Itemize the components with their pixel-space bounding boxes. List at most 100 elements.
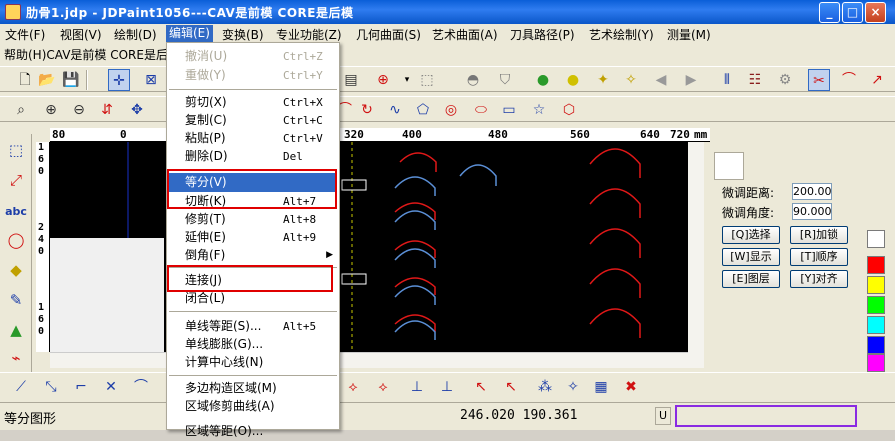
pan-icon[interactable]: ✥ — [126, 99, 148, 121]
curve-icon[interactable]: ↗ — [866, 69, 888, 91]
window-select-icon[interactable]: ⊠ — [140, 69, 162, 91]
line-tool-icon[interactable]: ⟋ — [10, 376, 32, 398]
pick-icon[interactable]: ↖ — [470, 376, 492, 398]
color-swatch[interactable] — [867, 230, 885, 248]
menu-item-single-offset[interactable]: 单线等距(S)... Alt+5 — [169, 317, 337, 336]
corner-icon[interactable]: ⌐ — [70, 376, 92, 398]
maximize-button[interactable]: □ — [842, 2, 863, 23]
menu-item-cut[interactable]: 剪切(X) Ctrl+X — [169, 93, 337, 112]
save-icon[interactable]: 💾 — [60, 69, 82, 91]
circle-icon[interactable]: ◎ — [440, 99, 462, 121]
menu-item-paste[interactable]: 粘贴(P) Ctrl+V — [169, 129, 337, 148]
view-3d-icon[interactable]: ⬚ — [416, 69, 438, 91]
polyline-icon[interactable]: ⬠ — [412, 99, 434, 121]
align-icon[interactable]: ⫴ — [716, 69, 738, 91]
menu-measure[interactable]: 测量(M) — [664, 26, 714, 43]
menu-item-single-expand[interactable]: 单线膨胀(G)... — [169, 335, 337, 354]
open-folder-icon[interactable]: 📂 — [36, 69, 58, 91]
arc-icon[interactable]: ⌒ — [838, 69, 860, 91]
array-icon[interactable]: ⟡ — [342, 376, 364, 398]
horizontal-scrollbar[interactable] — [50, 352, 688, 368]
menu-item-polygon-region[interactable]: 多边构造区域(M) — [169, 379, 337, 398]
cone-icon[interactable]: ▲ — [4, 318, 28, 342]
bezier-icon[interactable]: ◯ — [4, 228, 28, 252]
menu-item-undo[interactable]: 撤消(U) Ctrl+Z — [169, 47, 337, 66]
color-swatch[interactable] — [867, 354, 885, 372]
spline-icon[interactable]: ∿ — [384, 99, 406, 121]
menu-item-region-trim[interactable]: 区域修剪曲线(A) — [169, 397, 337, 416]
menu-item-chamfer[interactable]: 倒角(F) ▶ — [169, 246, 337, 265]
text-tool-icon[interactable]: abc — [4, 200, 28, 224]
fill-icon[interactable]: ◆ — [4, 258, 28, 282]
menu-item-trim[interactable]: 修剪(T) Alt+8 — [169, 210, 337, 229]
properties-icon[interactable]: ▦ — [590, 376, 612, 398]
light-green-icon[interactable]: ● — [532, 69, 554, 91]
zoom-in-icon[interactable]: ⊕ — [40, 99, 62, 121]
color-swatch[interactable] — [867, 256, 885, 274]
shield-icon[interactable]: ⛉ — [494, 69, 516, 91]
trim-icon[interactable]: ✂ — [808, 69, 830, 91]
node-edit-icon[interactable]: ⤢ — [4, 168, 28, 192]
menu-professional[interactable]: 专业功能(Z) — [273, 26, 345, 43]
color-swatch[interactable] — [867, 296, 885, 314]
layer-icon[interactable]: ▤ — [340, 69, 362, 91]
shade-icon[interactable]: ◓ — [462, 69, 484, 91]
zoom-out-icon[interactable]: ⊖ — [68, 99, 90, 121]
order-button[interactable]: [T]顺序 — [790, 248, 848, 266]
color-swatch[interactable] — [867, 316, 885, 334]
select-button[interactable]: [Q]选择 — [722, 226, 780, 244]
layer-button[interactable]: [E]图层 — [722, 270, 780, 288]
menu-item-delete[interactable]: 删除(D) Del — [169, 147, 337, 166]
mirror-icon[interactable]: ⟡ — [372, 376, 394, 398]
new-file-icon[interactable]: 🗋 — [14, 69, 36, 91]
fillet-icon[interactable]: ⌒ — [130, 376, 152, 398]
menu-item-redo[interactable]: 重做(Y) Ctrl+Y — [169, 66, 337, 85]
dropdown-arrow-icon[interactable]: ▾ — [396, 69, 418, 91]
fine-angle-input[interactable]: 90.000 — [792, 203, 832, 220]
menu-toolpath[interactable]: 刀具路径(P) — [507, 26, 578, 43]
light-select-icon[interactable]: ✦ — [592, 69, 614, 91]
extend-icon[interactable]: ⤡ — [40, 376, 62, 398]
align-button[interactable]: [Y]对齐 — [790, 270, 848, 288]
menu-artistic-draw[interactable]: 艺术绘制(Y) — [586, 26, 657, 43]
vertical-scrollbar[interactable] — [688, 142, 704, 368]
close-button[interactable]: × — [865, 2, 886, 23]
menu-geometric-surface[interactable]: 几何曲面(S) — [353, 26, 424, 43]
select-box-icon[interactable]: ⬚ — [4, 138, 28, 162]
show-button[interactable]: [W]显示 — [722, 248, 780, 266]
menu-view[interactable]: 视图(V) — [57, 26, 105, 43]
menu-draw[interactable]: 绘制(D) — [111, 26, 160, 43]
menu-item-centerline[interactable]: 计算中心线(N) — [169, 353, 337, 372]
zoom-window-icon[interactable]: ⌕ — [10, 99, 32, 121]
intersect-icon[interactable]: ✕ — [100, 376, 122, 398]
color-swatch[interactable] — [867, 336, 885, 354]
menu-item-extend[interactable]: 延伸(E) Alt+9 — [169, 228, 337, 247]
coordinate-icon[interactable]: ⊕ — [372, 69, 394, 91]
nc-icon[interactable]: ⌁ — [4, 346, 28, 370]
group-icon[interactable]: ⁂ — [534, 376, 556, 398]
ellipse-icon[interactable]: ⬭ — [470, 99, 492, 121]
menu-item-region-offset[interactable]: 区域等距(O)... — [169, 422, 337, 441]
rectangle-icon[interactable]: ▭ — [498, 99, 520, 121]
color-swatch[interactable] — [867, 276, 885, 294]
arrow-right-icon[interactable]: ▶ — [680, 69, 702, 91]
zoom-dynamic-icon[interactable]: ⇵ — [96, 99, 118, 121]
menu-item-copy[interactable]: 复制(C) Ctrl+C — [169, 111, 337, 130]
arc-cw-icon[interactable]: ↻ — [356, 99, 378, 121]
title-bar[interactable]: 肋骨1.jdp - JDPaint1056---CAV是前模 CORE是后模 _… — [0, 0, 895, 24]
ungroup-icon[interactable]: ✧ — [562, 376, 584, 398]
menu-transform[interactable]: 变换(B) — [219, 26, 267, 43]
menu-help[interactable]: 帮助(H)CAV是前模 CORE是后模 — [4, 46, 180, 63]
offset-icon[interactable]: ⊥ — [406, 376, 428, 398]
menu-edit[interactable]: 编辑(E) — [166, 25, 213, 43]
panel-tab-icon[interactable] — [714, 152, 744, 180]
arrow-left-icon[interactable]: ◀ — [650, 69, 672, 91]
delete-icon[interactable]: ✖ — [620, 376, 642, 398]
unpick-icon[interactable]: ↖ — [500, 376, 522, 398]
paint-icon[interactable]: ✎ — [4, 288, 28, 312]
lock-button[interactable]: [R]加锁 — [790, 226, 848, 244]
fine-distance-input[interactable]: 200.00 — [792, 183, 832, 200]
star-icon[interactable]: ☆ — [528, 99, 550, 121]
menu-file[interactable]: 文件(F) — [2, 26, 48, 43]
plug-icon[interactable]: ⚙ — [774, 69, 796, 91]
